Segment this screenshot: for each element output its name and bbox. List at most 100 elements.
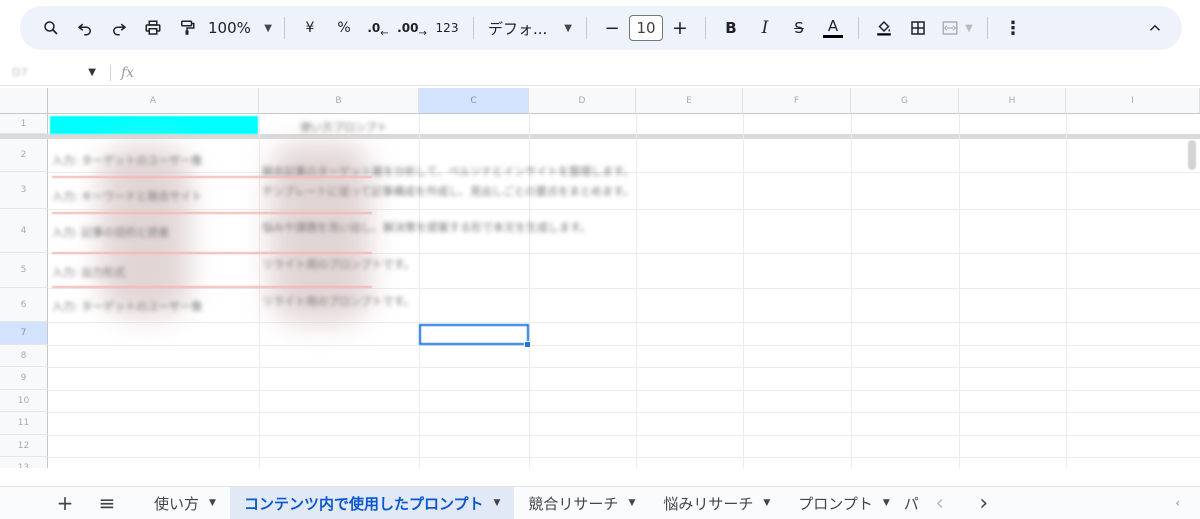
increase-font-size-button[interactable]: + xyxy=(663,13,697,43)
cell-b6-text: リライト用のプロンプトです。 xyxy=(262,295,415,308)
column-header-a[interactable]: A xyxy=(48,88,259,114)
column-header-g[interactable]: G xyxy=(851,88,959,114)
selected-cell[interactable] xyxy=(419,324,529,345)
zoom-select[interactable]: 100% ▼ xyxy=(204,13,276,43)
row-header-2[interactable]: 2 xyxy=(0,139,48,172)
highlight-line xyxy=(52,176,372,178)
cell-a5-text: 入力: 出力形式 xyxy=(52,266,126,279)
gridline xyxy=(48,457,1200,458)
column-header-h[interactable]: H xyxy=(959,88,1066,114)
cell-b1-text: 使い方プロンプト xyxy=(300,121,388,134)
side-panel-toggle-icon[interactable]: ‹ xyxy=(1175,496,1180,510)
row-header-3[interactable]: 3 xyxy=(0,172,48,209)
sheet-tab-competitor-research[interactable]: 競合リサーチ ▼ xyxy=(514,487,649,519)
paint-format-icon[interactable] xyxy=(170,13,204,43)
vertical-scrollbar-thumb[interactable] xyxy=(1188,140,1196,170)
frozen-row-divider[interactable] xyxy=(0,134,1200,139)
print-icon[interactable] xyxy=(136,13,170,43)
arrow-right-icon: → xyxy=(418,27,427,39)
font-size-input[interactable]: 10 xyxy=(629,15,663,41)
redo-icon[interactable] xyxy=(102,13,136,43)
scroll-tabs-left-icon[interactable]: ‹ xyxy=(918,487,962,519)
arrow-left-icon: ← xyxy=(380,27,389,39)
collapse-menu-icon[interactable] xyxy=(1138,13,1172,43)
toolbar-divider xyxy=(284,17,285,39)
toolbar-divider xyxy=(987,17,988,39)
name-box[interactable]: D7 ▼ xyxy=(0,63,104,83)
row-header-12[interactable]: 12 xyxy=(0,435,48,457)
cell-b3-text: テンプレートに従って記事構成を作成し、見出しごとの要点をまとめます。 xyxy=(262,185,634,198)
row-header-7[interactable]: 7 xyxy=(0,322,48,345)
select-all-corner[interactable] xyxy=(0,88,48,114)
more-options-icon[interactable]: ⋮ xyxy=(996,13,1030,43)
fill-handle[interactable] xyxy=(524,341,531,348)
row-header-10[interactable]: 10 xyxy=(0,390,48,412)
row-header-8[interactable]: 8 xyxy=(0,345,48,367)
undo-icon[interactable] xyxy=(68,13,102,43)
sheet-tab-usage[interactable]: 使い方 ▼ xyxy=(140,487,230,519)
toolbar-divider xyxy=(473,17,474,39)
all-sheets-menu-icon[interactable]: ≡ xyxy=(86,487,128,519)
spreadsheet-grid[interactable]: A B C D E F G H I 1 2 3 4 5 6 7 8 9 10 1… xyxy=(0,88,1200,468)
sheet-tab-label: 競合リサーチ xyxy=(528,494,619,513)
sheet-tab-prompts-in-content[interactable]: コンテンツ内で使用したプロンプト ▼ xyxy=(229,486,515,519)
chevron-down-icon: ▼ xyxy=(493,498,501,508)
cell-b5-text: リライト用のプロンプトです。 xyxy=(262,258,415,271)
strikethrough-button[interactable]: S xyxy=(782,13,816,43)
decrease-font-size-button[interactable]: − xyxy=(595,13,629,43)
header-cell-a1[interactable] xyxy=(50,116,258,134)
row-header-1[interactable]: 1 xyxy=(0,114,48,134)
chevron-down-icon: ▼ xyxy=(264,22,272,34)
column-header-e[interactable]: E xyxy=(636,88,743,114)
sheet-tab-pain-research[interactable]: 悩みリサーチ ▼ xyxy=(649,487,784,519)
sheet-tab-partial[interactable]: パ xyxy=(904,493,918,514)
italic-button[interactable]: I xyxy=(748,13,782,43)
text-color-button[interactable]: A xyxy=(816,13,850,43)
column-header-d[interactable]: D xyxy=(529,88,636,114)
name-box-value: D7 xyxy=(12,66,28,79)
scroll-tabs-right-icon[interactable]: › xyxy=(962,487,1006,519)
sheet-tab-label: 使い方 xyxy=(154,494,200,513)
formula-bar: D7 ▼ fx xyxy=(0,60,1200,86)
sheet-tab-label: 悩みリサーチ xyxy=(663,494,754,513)
font-family-value: デフォ... xyxy=(488,19,548,38)
fill-color-icon[interactable] xyxy=(867,13,901,43)
increase-decimal-button[interactable]: .00 → xyxy=(395,13,429,43)
cell-a3-text: 入力: キーワードと競合サイト xyxy=(52,190,203,203)
row-header-9[interactable]: 9 xyxy=(0,367,48,390)
sheet-tab-label: コンテンツ内で使用したプロンプト xyxy=(243,494,484,513)
sheet-tab-label: プロンプト xyxy=(798,494,873,513)
column-header-b[interactable]: B xyxy=(259,88,419,114)
merge-cells-button[interactable]: ▼ xyxy=(935,13,979,43)
font-family-select[interactable]: デフォ... ▼ xyxy=(482,13,578,43)
cell-a4-text: 入力: 記事の目的と読者 xyxy=(52,226,170,239)
format-percent-button[interactable]: % xyxy=(327,13,361,43)
chevron-down-icon: ▼ xyxy=(564,22,572,34)
row-header-11[interactable]: 11 xyxy=(0,412,48,435)
gridline xyxy=(48,412,1200,413)
decrease-decimal-label: .0 xyxy=(367,21,381,35)
gridline xyxy=(48,322,1200,323)
add-sheet-button[interactable]: + xyxy=(44,487,86,519)
cell-a6-text: 入力: ターゲットのユーザー像 xyxy=(52,300,202,313)
more-formats-button[interactable]: 123 xyxy=(429,13,465,43)
column-header-i[interactable]: I xyxy=(1066,88,1200,114)
bold-button[interactable]: B xyxy=(714,13,748,43)
gridline xyxy=(48,288,1200,289)
borders-icon[interactable] xyxy=(901,13,935,43)
highlight-line xyxy=(52,286,372,288)
search-menus-icon[interactable] xyxy=(34,13,68,43)
gridline xyxy=(48,390,1200,391)
decrease-decimal-button[interactable]: .0 ← xyxy=(361,13,395,43)
row-header-5[interactable]: 5 xyxy=(0,253,48,288)
sheet-tab-prompt[interactable]: プロンプト ▼ xyxy=(784,487,903,519)
toolbar-divider xyxy=(705,17,706,39)
format-currency-button[interactable]: ¥ xyxy=(293,13,327,43)
row-header-13[interactable]: 13 xyxy=(0,457,48,468)
gridline xyxy=(48,345,1200,346)
column-header-c[interactable]: C xyxy=(419,88,529,114)
row-header-6[interactable]: 6 xyxy=(0,288,48,322)
row-header-4[interactable]: 4 xyxy=(0,209,48,253)
gridline xyxy=(48,435,1200,436)
column-header-f[interactable]: F xyxy=(743,88,851,114)
